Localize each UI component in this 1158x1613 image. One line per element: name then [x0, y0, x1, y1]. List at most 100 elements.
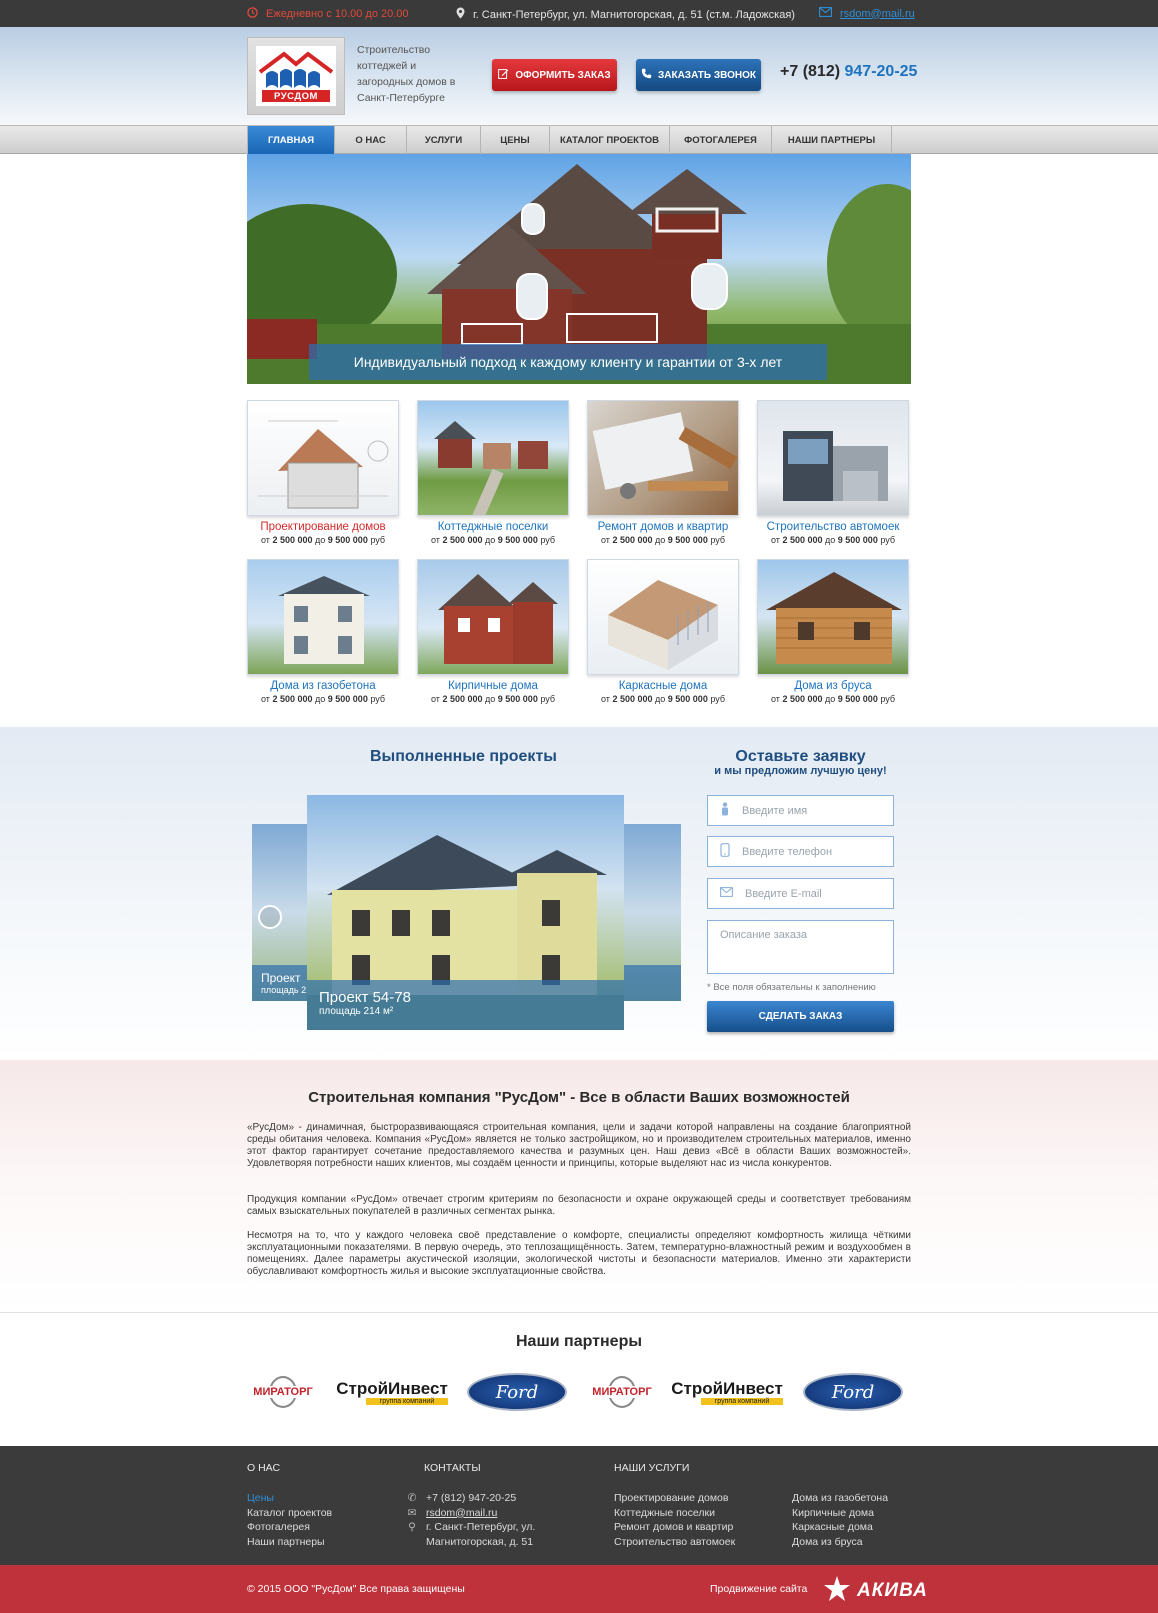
slide-caption [622, 965, 681, 1001]
catalog-price: от 2 500 000 до 9 500 000 руб [260, 535, 386, 545]
nav-item-gallery[interactable]: ФОТОГАЛЕРЕЯ [670, 126, 772, 154]
catalog-item-design[interactable]: Проектирование домов от 2 500 000 до 9 5… [247, 400, 399, 545]
footer-services-heading: НАШИ УСЛУГИ [614, 1462, 690, 1474]
header-phone[interactable]: +7 (812) 947-20-25 [780, 63, 917, 81]
carousel-prev-arrow[interactable] [258, 905, 282, 929]
name-input[interactable]: Введите имя [707, 795, 894, 826]
catalog-title: Каркасные дома [618, 680, 708, 692]
email-input[interactable]: Введите E-mail [707, 878, 894, 909]
mobile-icon [720, 843, 730, 860]
star-icon [823, 1575, 851, 1606]
catalog-price: от 2 500 000 до 9 500 000 руб [600, 535, 726, 545]
callback-button[interactable]: ЗАКАЗАТЬ ЗВОНОК [636, 59, 761, 91]
promo-text: Продвижение сайта [710, 1583, 808, 1595]
project-slide-next[interactable] [622, 824, 681, 1001]
nav-item-services[interactable]: УСЛУГИ [407, 126, 481, 154]
partner-logo-stroyinvest[interactable]: СтройИнвест группа компаний [336, 1372, 448, 1412]
partner-logo-stroyinvest-2[interactable]: СтройИнвест группа компаний [671, 1372, 783, 1412]
partner-logo-ford[interactable]: Ford [466, 1372, 568, 1412]
nav-item-partners[interactable]: НАШИ ПАРТНЕРЫ [772, 126, 892, 154]
catalog-item-frame[interactable]: Каркасные дома от 2 500 000 до 9 500 000… [587, 559, 739, 704]
form-title: Оставьте заявку [735, 748, 866, 765]
about-paragraph-2: Продукция компании «РусДом» отвечает стр… [247, 1194, 911, 1217]
form-subtitle: и мы предложим лучшую цену! [714, 765, 887, 777]
partner-logo-miratorg-2[interactable]: МИРАТОРГ [586, 1372, 658, 1412]
catalog-image [417, 400, 569, 516]
footer-services-col1: Проектирование домов Коттеджные поселки … [614, 1491, 735, 1549]
catalog-title: Коттеджные поселки [437, 521, 549, 533]
footer-email-link[interactable]: rsdom@mail.ru [426, 1506, 497, 1521]
akiva-logo[interactable]: АКИВА [823, 1575, 928, 1606]
partner-name: Ford [831, 1381, 875, 1403]
order-button[interactable]: ОФОРМИТЬ ЗАКАЗ [492, 59, 617, 91]
nav-item-about[interactable]: О НАС [335, 126, 407, 154]
partner-logo-miratorg[interactable]: МИРАТОРГ [247, 1372, 319, 1412]
footer-contacts: ✆ +7 (812) 947-20-25 ✉ rsdom@mail.ru ⚲ г… [407, 1491, 536, 1549]
partner-name: МИРАТОРГ [252, 1386, 314, 1398]
footer-service-link[interactable]: Ремонт домов и квартир [614, 1520, 735, 1535]
partner-name: Ford [495, 1381, 539, 1403]
partner-name: СтройИнвест [671, 1378, 783, 1398]
main-nav: ГЛАВНАЯ О НАС УСЛУГИ ЦЕНЫ КАТАЛОГ ПРОЕКТ… [0, 125, 1158, 154]
footer-service-link[interactable]: Дома из газобетона [792, 1491, 888, 1506]
name-placeholder: Введите имя [742, 804, 808, 817]
working-hours: Ежедневно с 10.00 до 20.00 [247, 7, 409, 21]
catalog-item-carwash[interactable]: Строительство автомоек от 2 500 000 до 9… [757, 400, 909, 545]
description-textarea[interactable]: Описание заказа [707, 920, 894, 974]
projects-title: Выполненные проекты [370, 748, 557, 765]
catalog-item-aerated-concrete[interactable]: Дома из газобетона от 2 500 000 до 9 500… [247, 559, 399, 704]
partner-name: МИРАТОРГ [591, 1386, 653, 1398]
hero-caption: Индивидуальный подход к каждому клиенту … [309, 344, 827, 380]
mail-icon [819, 7, 832, 20]
footer-link-partners[interactable]: Наши партнеры [247, 1535, 332, 1550]
footer-service-link[interactable]: Коттеджные поселки [614, 1506, 735, 1521]
footer-link-catalog[interactable]: Каталог проектов [247, 1506, 332, 1521]
partner-logo-ford-2[interactable]: Ford [801, 1372, 905, 1412]
slide-title: Проект 54-78 [319, 989, 411, 1006]
footer-link-prices[interactable]: Цены [247, 1491, 332, 1506]
footer-about-heading: О НАС [247, 1462, 281, 1474]
nav-item-catalog[interactable]: КАТАЛОГ ПРОЕКТОВ [550, 126, 670, 154]
logo[interactable]: РУСДОМ [247, 37, 345, 115]
catalog-title: Кирпичные дома [448, 680, 538, 692]
catalog-title: Проектирование домов [260, 521, 386, 533]
footer-service-link[interactable]: Каркасные дома [792, 1520, 888, 1535]
catalog-image [247, 559, 399, 675]
catalog-item-cottages[interactable]: Коттеджные поселки от 2 500 000 до 9 500… [417, 400, 569, 545]
email-link[interactable]: rsdom@mail.ru [840, 8, 915, 20]
project-slide-main[interactable]: Проект 54-78 площадь 214 м² [307, 795, 624, 1030]
catalog-price: от 2 500 000 до 9 500 000 руб [430, 535, 556, 545]
nav-item-home[interactable]: ГЛАВНАЯ [248, 126, 335, 154]
catalog-title: Дома из бруса [794, 680, 872, 692]
footer-link-gallery[interactable]: Фотогалерея [247, 1520, 332, 1535]
catalog-price: от 2 500 000 до 9 500 000 руб [770, 535, 896, 545]
catalog-item-timber[interactable]: Дома из бруса от 2 500 000 до 9 500 000 … [757, 559, 909, 704]
map-pin-icon: ⚲ [408, 1521, 416, 1533]
catalog-price: от 2 500 000 до 9 500 000 руб [600, 694, 726, 704]
footer-service-link[interactable]: Кирпичные дома [792, 1506, 888, 1521]
mail-icon: ✉ [407, 1506, 417, 1519]
phone-input[interactable]: Введите телефон [707, 836, 894, 867]
catalog-item-repair[interactable]: Ремонт домов и квартир от 2 500 000 до 9… [587, 400, 739, 545]
header: РУСДОМ Строительство коттеджей и загород… [0, 27, 1158, 125]
catalog-title: Дома из газобетона [270, 680, 376, 692]
edit-icon [498, 68, 509, 82]
clock-icon [247, 7, 258, 21]
footer-address: ⚲ г. Санкт-Петербург, ул. Магнитогорская,… [407, 1520, 535, 1549]
submit-order-button[interactable]: СДЕЛАТЬ ЗАКАЗ [707, 1001, 894, 1032]
catalog-title: Строительство автомоек [766, 521, 900, 533]
map-pin-icon [456, 7, 465, 22]
about-paragraph-1: «РусДом» - динамичная, быстроразвивающая… [247, 1122, 911, 1169]
email: rsdom@mail.ru [819, 7, 915, 20]
phone-number: 947-20-25 [844, 63, 918, 80]
footer-service-link[interactable]: Строительство автомоек [614, 1535, 735, 1550]
form-note: * Все поля обязательны к заполнению [707, 982, 876, 993]
email-placeholder: Введите E-mail [745, 887, 822, 900]
footer-service-link[interactable]: Дома из бруса [792, 1535, 888, 1550]
catalog-image [757, 559, 909, 675]
nav-item-prices[interactable]: ЦЕНЫ [481, 126, 550, 154]
catalog-image [247, 400, 399, 516]
footer-service-link[interactable]: Проектирование домов [614, 1491, 735, 1506]
logo-image: РУСДОМ [256, 46, 336, 106]
catalog-item-brick[interactable]: Кирпичные дома от 2 500 000 до 9 500 000… [417, 559, 569, 704]
